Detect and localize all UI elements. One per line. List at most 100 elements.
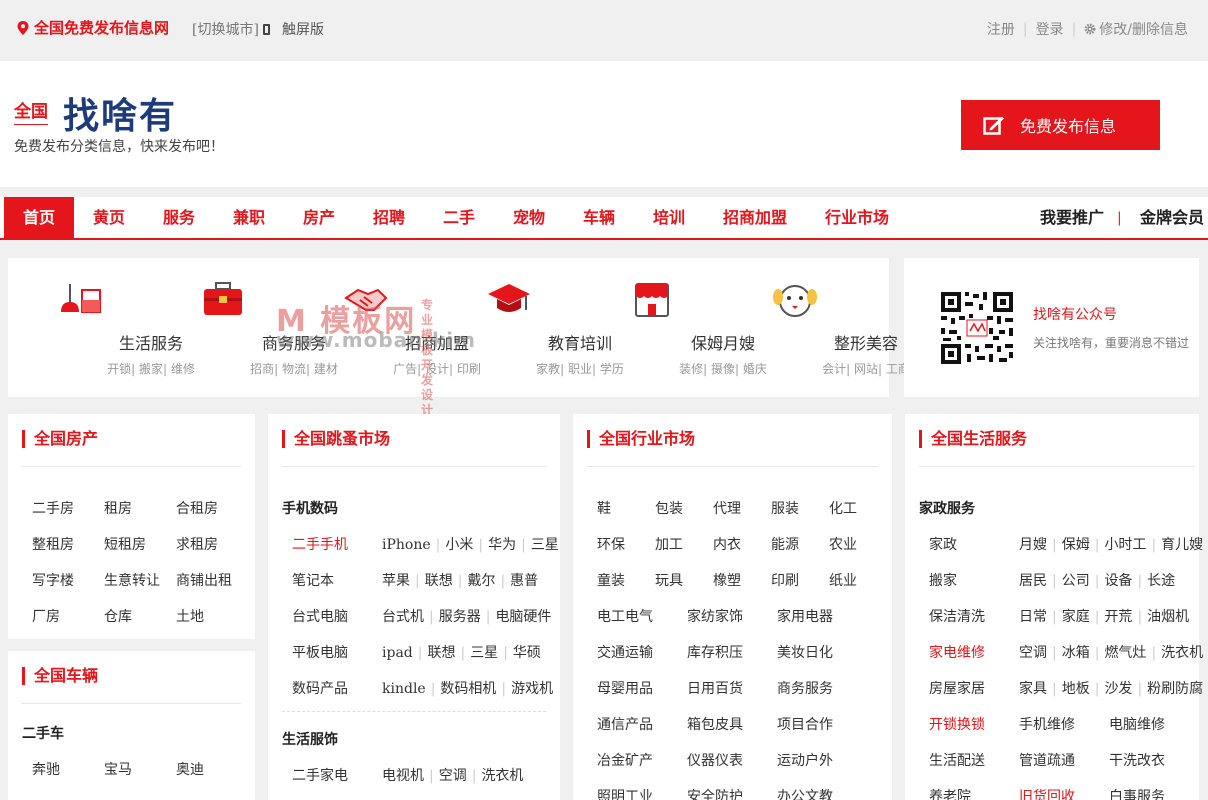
row-label[interactable]: 家政 (929, 534, 957, 554)
link-item[interactable]: 环保 (597, 534, 625, 554)
link-item[interactable]: 写字楼 (32, 570, 74, 590)
link-item[interactable]: 保姆 (1062, 537, 1090, 553)
link-item[interactable]: 沙发 (1104, 681, 1132, 697)
nav-item-pets[interactable]: 宠物 (504, 197, 554, 238)
link-item[interactable]: 纸业 (829, 570, 857, 590)
touch-version-link[interactable]: 触屏版 (263, 19, 324, 39)
nav-item-vehicles[interactable]: 车辆 (574, 197, 624, 238)
link-item[interactable]: 求租房 (176, 534, 218, 554)
login-link[interactable]: 登录 (1036, 19, 1064, 39)
link-item[interactable]: 华硕 (513, 645, 541, 661)
link-item[interactable]: 玩具 (655, 570, 683, 590)
row-label[interactable]: 二手手机 (292, 534, 348, 554)
wechat-title[interactable]: 找啥有公众号 (1033, 304, 1117, 324)
register-link[interactable]: 注册 (987, 19, 1015, 39)
link-item[interactable]: 办公文教 (777, 786, 833, 800)
link-item[interactable]: 农业 (829, 534, 857, 554)
row-label[interactable]: 平板电脑 (292, 642, 348, 662)
link-item[interactable]: 宝马 (104, 759, 132, 779)
edit-info-link[interactable]: 修改/删除信息 (1084, 19, 1188, 39)
row-label[interactable]: 笔记本 (292, 570, 334, 590)
link-item[interactable]: 家纺家饰 (687, 606, 743, 626)
link-item[interactable]: 商务服务 (777, 678, 833, 698)
link-item[interactable]: 粉刷防腐 (1147, 681, 1203, 697)
link-item[interactable]: 包装 (655, 498, 683, 518)
link-item[interactable]: 日用百货 (687, 678, 743, 698)
link-item[interactable]: 母婴用品 (597, 678, 653, 698)
link-item[interactable]: 仪器仪表 (687, 750, 743, 770)
link-item[interactable]: 联想 (425, 573, 453, 589)
link-item[interactable]: 印刷 (771, 570, 799, 590)
nav-item-second-hand[interactable]: 二手 (434, 197, 484, 238)
section-title[interactable]: 全国行业市场 (587, 430, 695, 448)
link-item[interactable]: 空调 (1019, 645, 1047, 661)
switch-city-link[interactable]: [切换城市] (192, 19, 259, 39)
row-label[interactable]: 数码产品 (292, 678, 348, 698)
link-item[interactable]: 安全防护 (687, 786, 743, 800)
link-item[interactable]: 旧货回收 (1019, 786, 1075, 800)
link-item[interactable]: 橡塑 (713, 570, 741, 590)
link-item[interactable]: 联想 (427, 645, 455, 661)
link-item[interactable]: 奥迪 (176, 759, 204, 779)
link-item[interactable]: 养老院 (929, 786, 971, 800)
link-item[interactable]: 奔驰 (32, 759, 60, 779)
link-item[interactable]: 合租房 (176, 498, 218, 518)
link-item[interactable]: kindle (382, 681, 426, 697)
link-item[interactable]: 手机维修 (1019, 714, 1075, 734)
link-item[interactable]: 交通运输 (597, 642, 653, 662)
section-title[interactable]: 全国房产 (22, 430, 98, 448)
link-item[interactable]: 油烟机 (1147, 609, 1189, 625)
link-item[interactable]: 地板 (1062, 681, 1090, 697)
link-item[interactable]: 三星 (531, 537, 559, 553)
nav-item-training[interactable]: 培训 (644, 197, 694, 238)
link-item[interactable]: 干洗改衣 (1109, 750, 1165, 770)
row-label[interactable]: 房屋家居 (929, 678, 985, 698)
link-item[interactable]: 家用电器 (777, 606, 833, 626)
link-item[interactable]: 运动户外 (777, 750, 833, 770)
qr-code-icon[interactable] (939, 290, 1015, 366)
link-item[interactable]: 项目合作 (777, 714, 833, 734)
section-title[interactable]: 全国车辆 (22, 667, 98, 685)
link-item[interactable]: 厂房 (32, 606, 60, 626)
link-item[interactable]: 台式机 (382, 609, 424, 625)
row-label[interactable]: 二手家电 (292, 765, 348, 785)
link-item[interactable]: 设备 (1104, 573, 1132, 589)
link-item[interactable]: 三星 (470, 645, 498, 661)
link-item[interactable]: 内衣 (713, 534, 741, 554)
link-item[interactable]: 服装 (771, 498, 799, 518)
link-item[interactable]: 苹果 (382, 573, 410, 589)
link-item[interactable]: 小米 (445, 537, 473, 553)
promote-link[interactable]: 我要推广 (1040, 197, 1104, 238)
link-item[interactable]: 化工 (829, 498, 857, 518)
link-item[interactable]: 能源 (771, 534, 799, 554)
link-item[interactable]: 居民 (1019, 573, 1047, 589)
link-item[interactable]: 二手房 (32, 498, 74, 518)
link-item[interactable]: 箱包皮具 (687, 714, 743, 734)
link-item[interactable]: 生意转让 (104, 570, 160, 590)
link-item[interactable]: 美妆日化 (777, 642, 833, 662)
link-item[interactable]: 代理 (713, 498, 741, 518)
link-item[interactable]: 月嫂 (1019, 537, 1047, 553)
link-item[interactable]: 洗衣机 (481, 768, 523, 784)
link-item[interactable]: 短租房 (104, 534, 146, 554)
row-label[interactable]: 搬家 (929, 570, 957, 590)
link-item[interactable]: 开荒 (1104, 609, 1132, 625)
section-title[interactable]: 全国跳蚤市场 (282, 430, 390, 448)
link-item[interactable]: 电脑硬件 (495, 609, 551, 625)
link-item[interactable]: 小时工 (1104, 537, 1146, 553)
link-item[interactable]: 公司 (1062, 573, 1090, 589)
link-item[interactable]: 华为 (488, 537, 516, 553)
current-city[interactable]: 全国 (14, 97, 48, 125)
nav-item-services[interactable]: 服务 (154, 197, 204, 238)
link-item[interactable]: 库存积压 (687, 642, 743, 662)
link-item[interactable]: 商铺出租 (176, 570, 232, 590)
link-item[interactable]: 土地 (176, 606, 204, 626)
link-item[interactable]: 服务器 (439, 609, 481, 625)
nav-item-part-time[interactable]: 兼职 (224, 197, 274, 238)
link-item[interactable]: 游戏机 (511, 681, 553, 697)
vip-member-link[interactable]: 金牌会员 (1140, 197, 1204, 238)
link-item[interactable]: 数码相机 (440, 681, 496, 697)
link-item[interactable]: 家庭 (1062, 609, 1090, 625)
link-item[interactable]: ipad (382, 645, 413, 661)
nav-item-industry-market[interactable]: 行业市场 (818, 197, 896, 238)
